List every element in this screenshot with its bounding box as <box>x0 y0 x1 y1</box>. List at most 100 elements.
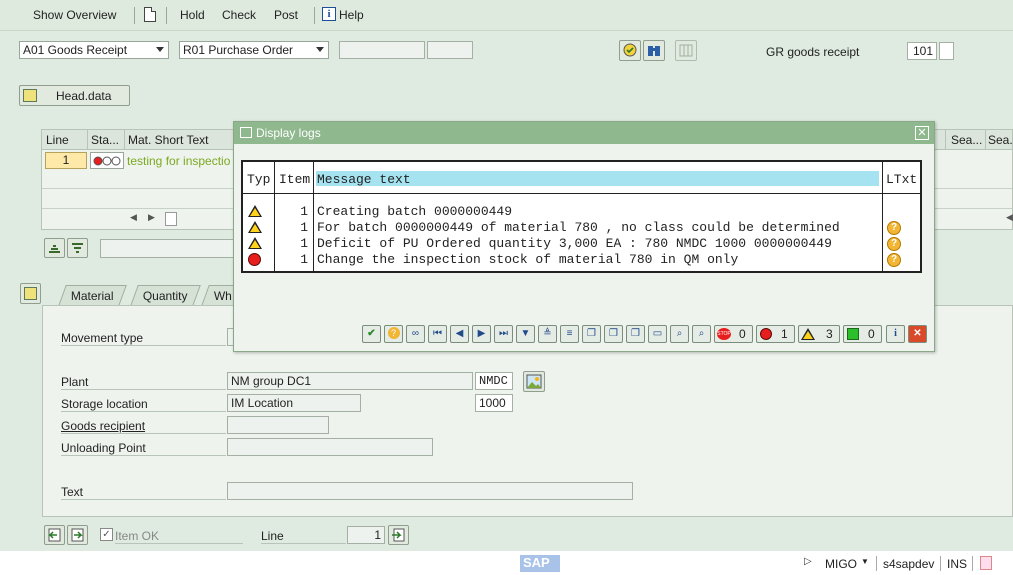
filter-button[interactable] <box>67 238 88 258</box>
hold-button[interactable]: Hold <box>180 8 205 22</box>
close-icon[interactable]: ✕ <box>915 126 929 140</box>
goods-recipient-field[interactable] <box>227 416 329 434</box>
detail-toggle-button[interactable] <box>20 283 41 304</box>
go-to-line-button[interactable] <box>388 525 409 545</box>
table-row-line[interactable]: 1 <box>45 152 87 169</box>
long-text-icon[interactable]: ? <box>887 237 901 251</box>
execute-button[interactable] <box>619 40 641 61</box>
first-page-icon[interactable]: ⏮ <box>428 325 447 343</box>
item-ok-checkbox[interactable]: ✓ <box>100 528 113 541</box>
warning-icon <box>801 328 815 340</box>
plant-code-field[interactable]: NMDC <box>475 372 513 390</box>
action-select[interactable]: A01 Goods Receipt <box>19 41 169 59</box>
check-button[interactable]: Check <box>222 8 256 22</box>
sort-ascending-icon[interactable]: ≜ <box>538 325 557 343</box>
storage-code-field[interactable]: 1000 <box>475 394 513 412</box>
dialog-title-bar[interactable]: Display logs <box>234 122 934 144</box>
col-ltxt[interactable]: LTxt <box>886 172 917 187</box>
insert-mode-label: INS <box>947 557 968 571</box>
help-button[interactable]: Help <box>339 8 364 22</box>
chevron-down-icon[interactable]: ▼ <box>861 557 869 566</box>
help-icon[interactable]: ? <box>384 325 403 343</box>
unloading-point-field[interactable] <box>227 438 433 456</box>
storage-location-field[interactable]: IM Location <box>227 394 361 412</box>
table-settings-button[interactable] <box>675 40 697 61</box>
glasses-icon[interactable]: ∞ <box>406 325 425 343</box>
find-icon[interactable]: ⌕ <box>670 325 689 343</box>
document-icon[interactable] <box>144 7 156 22</box>
col-message-text[interactable]: Message text <box>317 172 411 187</box>
find-button[interactable] <box>643 40 665 61</box>
line-field[interactable]: 1 <box>347 526 385 544</box>
tab-quantity[interactable]: Quantity <box>130 285 201 306</box>
list-item[interactable]: 1 Creating batch 0000000449 <box>243 204 920 220</box>
gr-label: GR goods receipt <box>766 45 860 59</box>
info-icon[interactable]: i <box>886 325 905 343</box>
tab-material[interactable]: Material <box>58 285 127 306</box>
success-icon <box>847 328 859 340</box>
lock-icon[interactable] <box>980 556 992 570</box>
post-button[interactable]: Post <box>274 8 298 22</box>
scroll-left-icon[interactable]: ◀ <box>130 212 137 223</box>
cancel-icon[interactable]: ✕ <box>908 325 927 343</box>
scroll-left-icon[interactable]: ◀ <box>1006 212 1013 223</box>
col-typ[interactable]: Typ <box>247 172 270 187</box>
check-icon[interactable]: ✔ <box>362 325 381 343</box>
tab-where-label: Wh <box>213 289 232 303</box>
col-sea-1[interactable]: Sea... <box>951 133 982 147</box>
previous-page-icon[interactable]: ◀ <box>450 325 469 343</box>
grid-search-field[interactable] <box>100 239 240 258</box>
plant-field[interactable]: NM group DC1 <box>227 372 473 390</box>
system-label: s4sapdev <box>883 557 935 571</box>
toolbar-separator <box>166 7 167 24</box>
print-icon[interactable]: ▭ <box>648 325 667 343</box>
chevron-down-icon <box>316 47 324 52</box>
col-status[interactable]: Sta... <box>91 133 119 147</box>
list-item[interactable]: 1 Deficit of PU Ordered quantity 3,000 E… <box>243 236 920 252</box>
tcode-label[interactable]: MIGO <box>825 557 857 571</box>
sort-ascending-icon <box>49 245 60 253</box>
previous-item-button[interactable] <box>44 525 65 545</box>
success-count-button[interactable]: 0 <box>843 325 882 343</box>
list-item[interactable]: 1 Change the inspection stock of materia… <box>243 252 920 268</box>
show-overview-button[interactable]: Show Overview <box>33 8 116 22</box>
col-mat-short-text[interactable]: Mat. Short Text <box>128 133 208 147</box>
long-text-icon[interactable]: ? <box>887 221 901 235</box>
expand-button[interactable] <box>44 238 65 258</box>
po-number-field[interactable] <box>339 41 425 59</box>
movement-code-field[interactable]: 101 <box>907 42 937 60</box>
scroll-right-icon[interactable]: ▶ <box>148 212 155 223</box>
info-icon[interactable]: i <box>322 7 336 21</box>
binoculars-icon <box>648 46 660 56</box>
col-sea-2[interactable]: Sea... <box>988 133 1013 147</box>
filter-icon[interactable]: ▼ <box>516 325 535 343</box>
next-item-button[interactable] <box>67 525 88 545</box>
table-row-text[interactable]: testing for inspectio <box>127 154 230 168</box>
long-text-icon[interactable]: ? <box>887 253 901 267</box>
log-message: Creating batch 0000000449 <box>317 204 513 219</box>
movement-code-extra-field[interactable] <box>939 42 954 60</box>
col-item[interactable]: Item <box>279 172 310 187</box>
head-data-button[interactable]: Head.data <box>19 85 130 106</box>
horizontal-scrollbar[interactable] <box>165 212 177 226</box>
po-item-field[interactable] <box>427 41 473 59</box>
error-count-button[interactable]: 1 <box>756 325 795 343</box>
storage-location-label: Storage location <box>61 397 226 412</box>
status-expand-icon[interactable]: ▷ <box>804 556 812 567</box>
text-field[interactable] <box>227 482 633 500</box>
warning-count-button[interactable]: 3 <box>798 325 840 343</box>
sort-descending-icon[interactable]: ≡ <box>560 325 579 343</box>
divider <box>972 556 973 571</box>
find-next-icon[interactable]: ⌕ <box>692 325 711 343</box>
reference-select[interactable]: R01 Purchase Order <box>179 41 329 59</box>
col-line[interactable]: Line <box>46 133 69 147</box>
goods-recipient-label[interactable]: Goods recipient <box>61 419 226 434</box>
next-page-icon[interactable]: ▶ <box>472 325 491 343</box>
stop-count-button[interactable]: STOP 0 <box>714 325 753 343</box>
copy-icon[interactable]: ❐ <box>582 325 601 343</box>
list-item[interactable]: 1 For batch 0000000449 of material 780 ,… <box>243 220 920 236</box>
layout-icon[interactable]: ❐ <box>626 325 645 343</box>
last-page-icon[interactable]: ⏭ <box>494 325 513 343</box>
plant-address-button[interactable] <box>523 371 545 392</box>
export-icon[interactable]: ❐ <box>604 325 623 343</box>
